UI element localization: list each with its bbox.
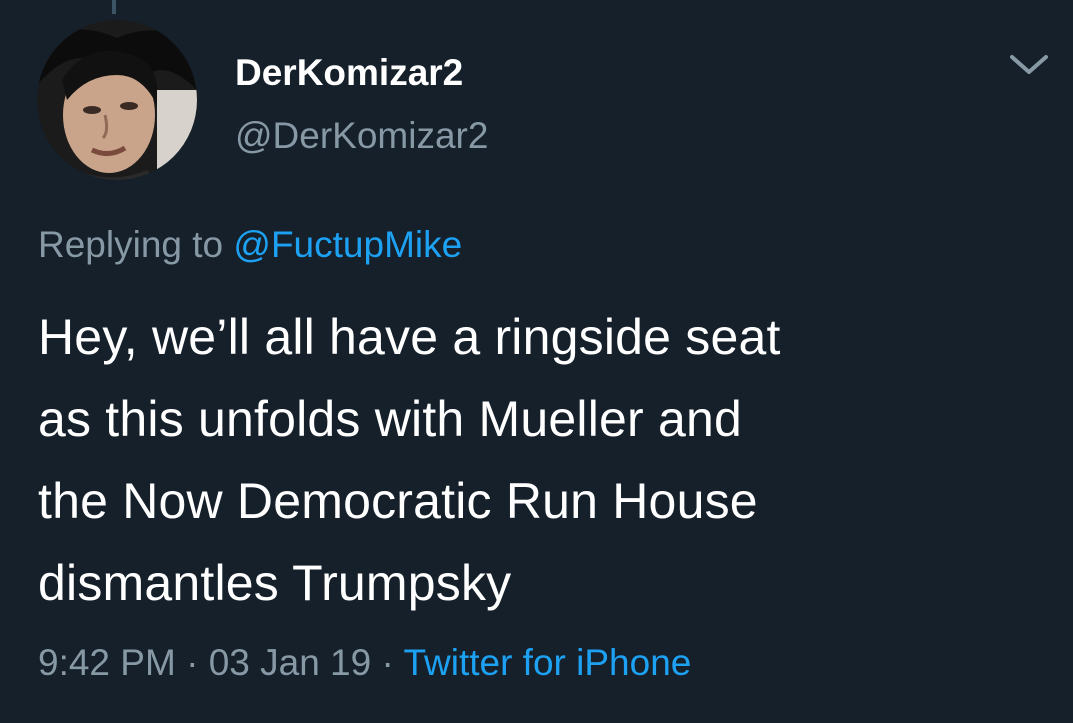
- replying-to: Replying to @FuctupMike: [38, 224, 462, 266]
- tweet-source-link[interactable]: Twitter for iPhone: [403, 642, 691, 683]
- tweet-text-line: the Now Democratic Run House: [38, 473, 758, 529]
- tweet-text-line: Hey, we’ll all have a ringside seat: [38, 309, 781, 365]
- tweet-card: DerKomizar2 @DerKomizar2 Replying to @Fu…: [0, 0, 1073, 723]
- user-handle[interactable]: @DerKomizar2: [235, 115, 488, 157]
- meta-separator: ·: [175, 642, 209, 683]
- thread-connector-line: [112, 0, 116, 14]
- replying-to-label: Replying to: [38, 224, 234, 265]
- tweet-text: Hey, we’ll all have a ringside seat as t…: [38, 296, 1038, 624]
- avatar-image: [37, 20, 197, 180]
- chevron-down-icon[interactable]: [1006, 50, 1052, 80]
- avatar[interactable]: [37, 20, 197, 180]
- tweet-time[interactable]: 9:42 PM: [38, 642, 176, 683]
- display-name[interactable]: DerKomizar2: [235, 52, 463, 94]
- tweet-text-line: as this unfolds with Mueller and: [38, 391, 742, 447]
- meta-separator: ·: [371, 642, 404, 683]
- tweet-text-line: dismantles Trumpsky: [38, 555, 512, 611]
- tweet-metadata: 9:42 PM · 03 Jan 19 · Twitter for iPhone: [38, 642, 691, 684]
- tweet-date[interactable]: 03 Jan 19: [209, 642, 372, 683]
- reply-mention-link[interactable]: @FuctupMike: [233, 224, 462, 265]
